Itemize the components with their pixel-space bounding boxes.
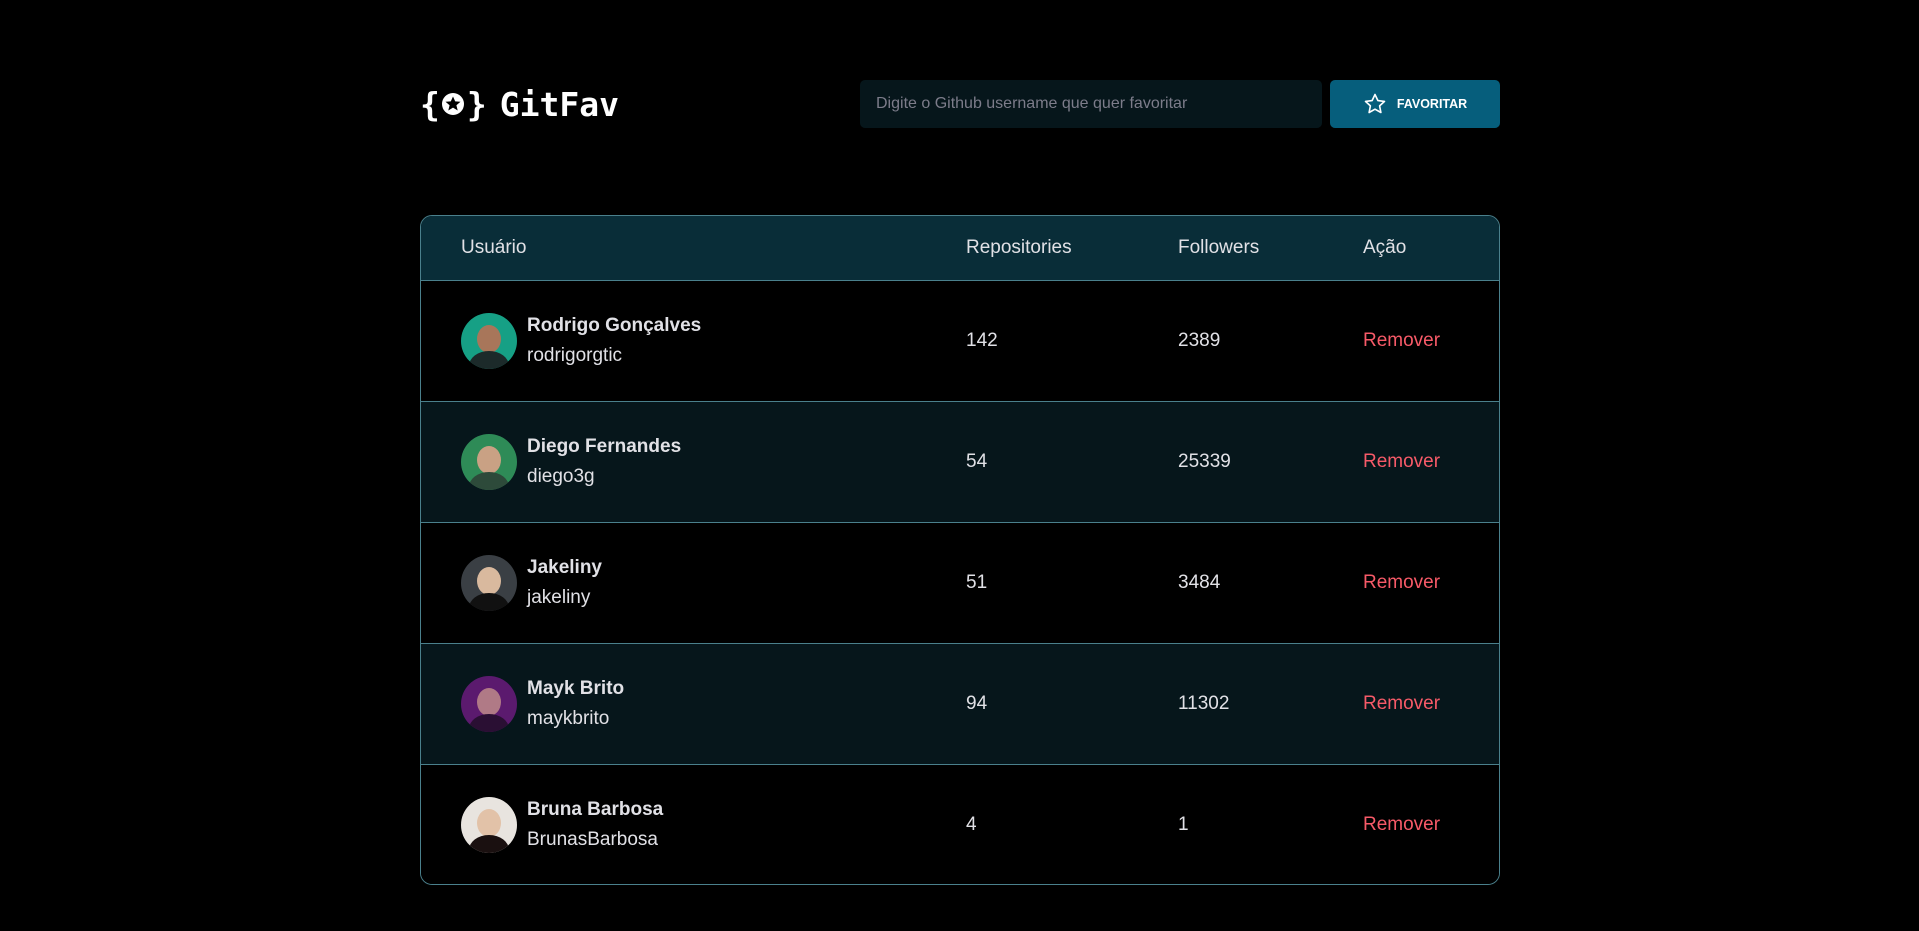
- page-header: { } GitFav FAVORITAR: [420, 80, 1500, 128]
- avatar: [461, 796, 517, 853]
- header-repositories: Repositories: [966, 236, 1072, 258]
- user-name: Mayk Brito: [527, 677, 625, 699]
- user-name: Bruna Barbosa: [527, 798, 664, 820]
- logo: { } GitFav: [420, 84, 619, 124]
- table-row: Bruna Barbosa BrunasBarbosa 4 1 Remover: [421, 764, 1499, 884]
- favorite-button-label: FAVORITAR: [1396, 97, 1468, 111]
- repositories-count: 54: [966, 450, 988, 472]
- user-cell: Rodrigo Gonçalves rodrigorgtic: [461, 311, 966, 371]
- repositories-count: 4: [966, 813, 977, 835]
- remove-button[interactable]: Remover: [1363, 451, 1440, 473]
- remove-button[interactable]: Remover: [1363, 814, 1440, 836]
- followers-count: 25339: [1178, 450, 1231, 472]
- user-cell: Jakeliny jakeliny: [461, 553, 966, 613]
- repositories-count: 51: [966, 571, 988, 593]
- header-user: Usuário: [461, 236, 527, 258]
- repositories-count: 142: [966, 329, 998, 351]
- user-name: Jakeliny: [527, 556, 602, 578]
- followers-count: 2389: [1178, 329, 1221, 351]
- favorites-table: Usuário Repositories Followers Ação Rodr…: [420, 215, 1500, 885]
- avatar: [461, 312, 517, 369]
- table-header-row: Usuário Repositories Followers Ação: [421, 216, 1499, 280]
- table-row: Rodrigo Gonçalves rodrigorgtic 142 2389 …: [421, 280, 1499, 401]
- followers-count: 11302: [1178, 692, 1230, 714]
- header-followers: Followers: [1178, 236, 1260, 258]
- username-search-input[interactable]: [860, 80, 1322, 128]
- user-cell: Bruna Barbosa BrunasBarbosa: [461, 795, 966, 855]
- followers-count: 1: [1178, 813, 1189, 835]
- user-cell: Mayk Brito maykbrito: [461, 674, 966, 734]
- repositories-count: 94: [966, 692, 988, 714]
- avatar: [461, 675, 517, 732]
- remove-button[interactable]: Remover: [1363, 572, 1440, 594]
- user-name: Diego Fernandes: [527, 435, 682, 457]
- table-row: Diego Fernandes diego3g 54 25339 Remover: [421, 401, 1499, 522]
- followers-count: 3484: [1178, 571, 1221, 593]
- user-login: rodrigorgtic: [527, 344, 623, 366]
- header-action: Ação: [1363, 236, 1407, 258]
- favorite-button[interactable]: FAVORITAR: [1330, 80, 1500, 128]
- braces-star-icon: { }: [420, 84, 487, 124]
- user-name: Rodrigo Gonçalves: [527, 314, 702, 336]
- avatar: [461, 554, 517, 611]
- logo-text: GitFav: [499, 84, 619, 124]
- user-login: jakeliny: [527, 586, 591, 608]
- user-login: BrunasBarbosa: [527, 828, 658, 850]
- remove-button[interactable]: Remover: [1363, 693, 1440, 715]
- user-login: maykbrito: [527, 707, 610, 729]
- avatar: [461, 433, 517, 490]
- star-outline-icon: [1364, 93, 1386, 114]
- user-cell: Diego Fernandes diego3g: [461, 432, 966, 492]
- table-row: Jakeliny jakeliny 51 3484 Remover: [421, 522, 1499, 643]
- remove-button[interactable]: Remover: [1363, 330, 1440, 352]
- user-login: diego3g: [527, 465, 595, 487]
- table-row: Mayk Brito maykbrito 94 11302 Remover: [421, 643, 1499, 764]
